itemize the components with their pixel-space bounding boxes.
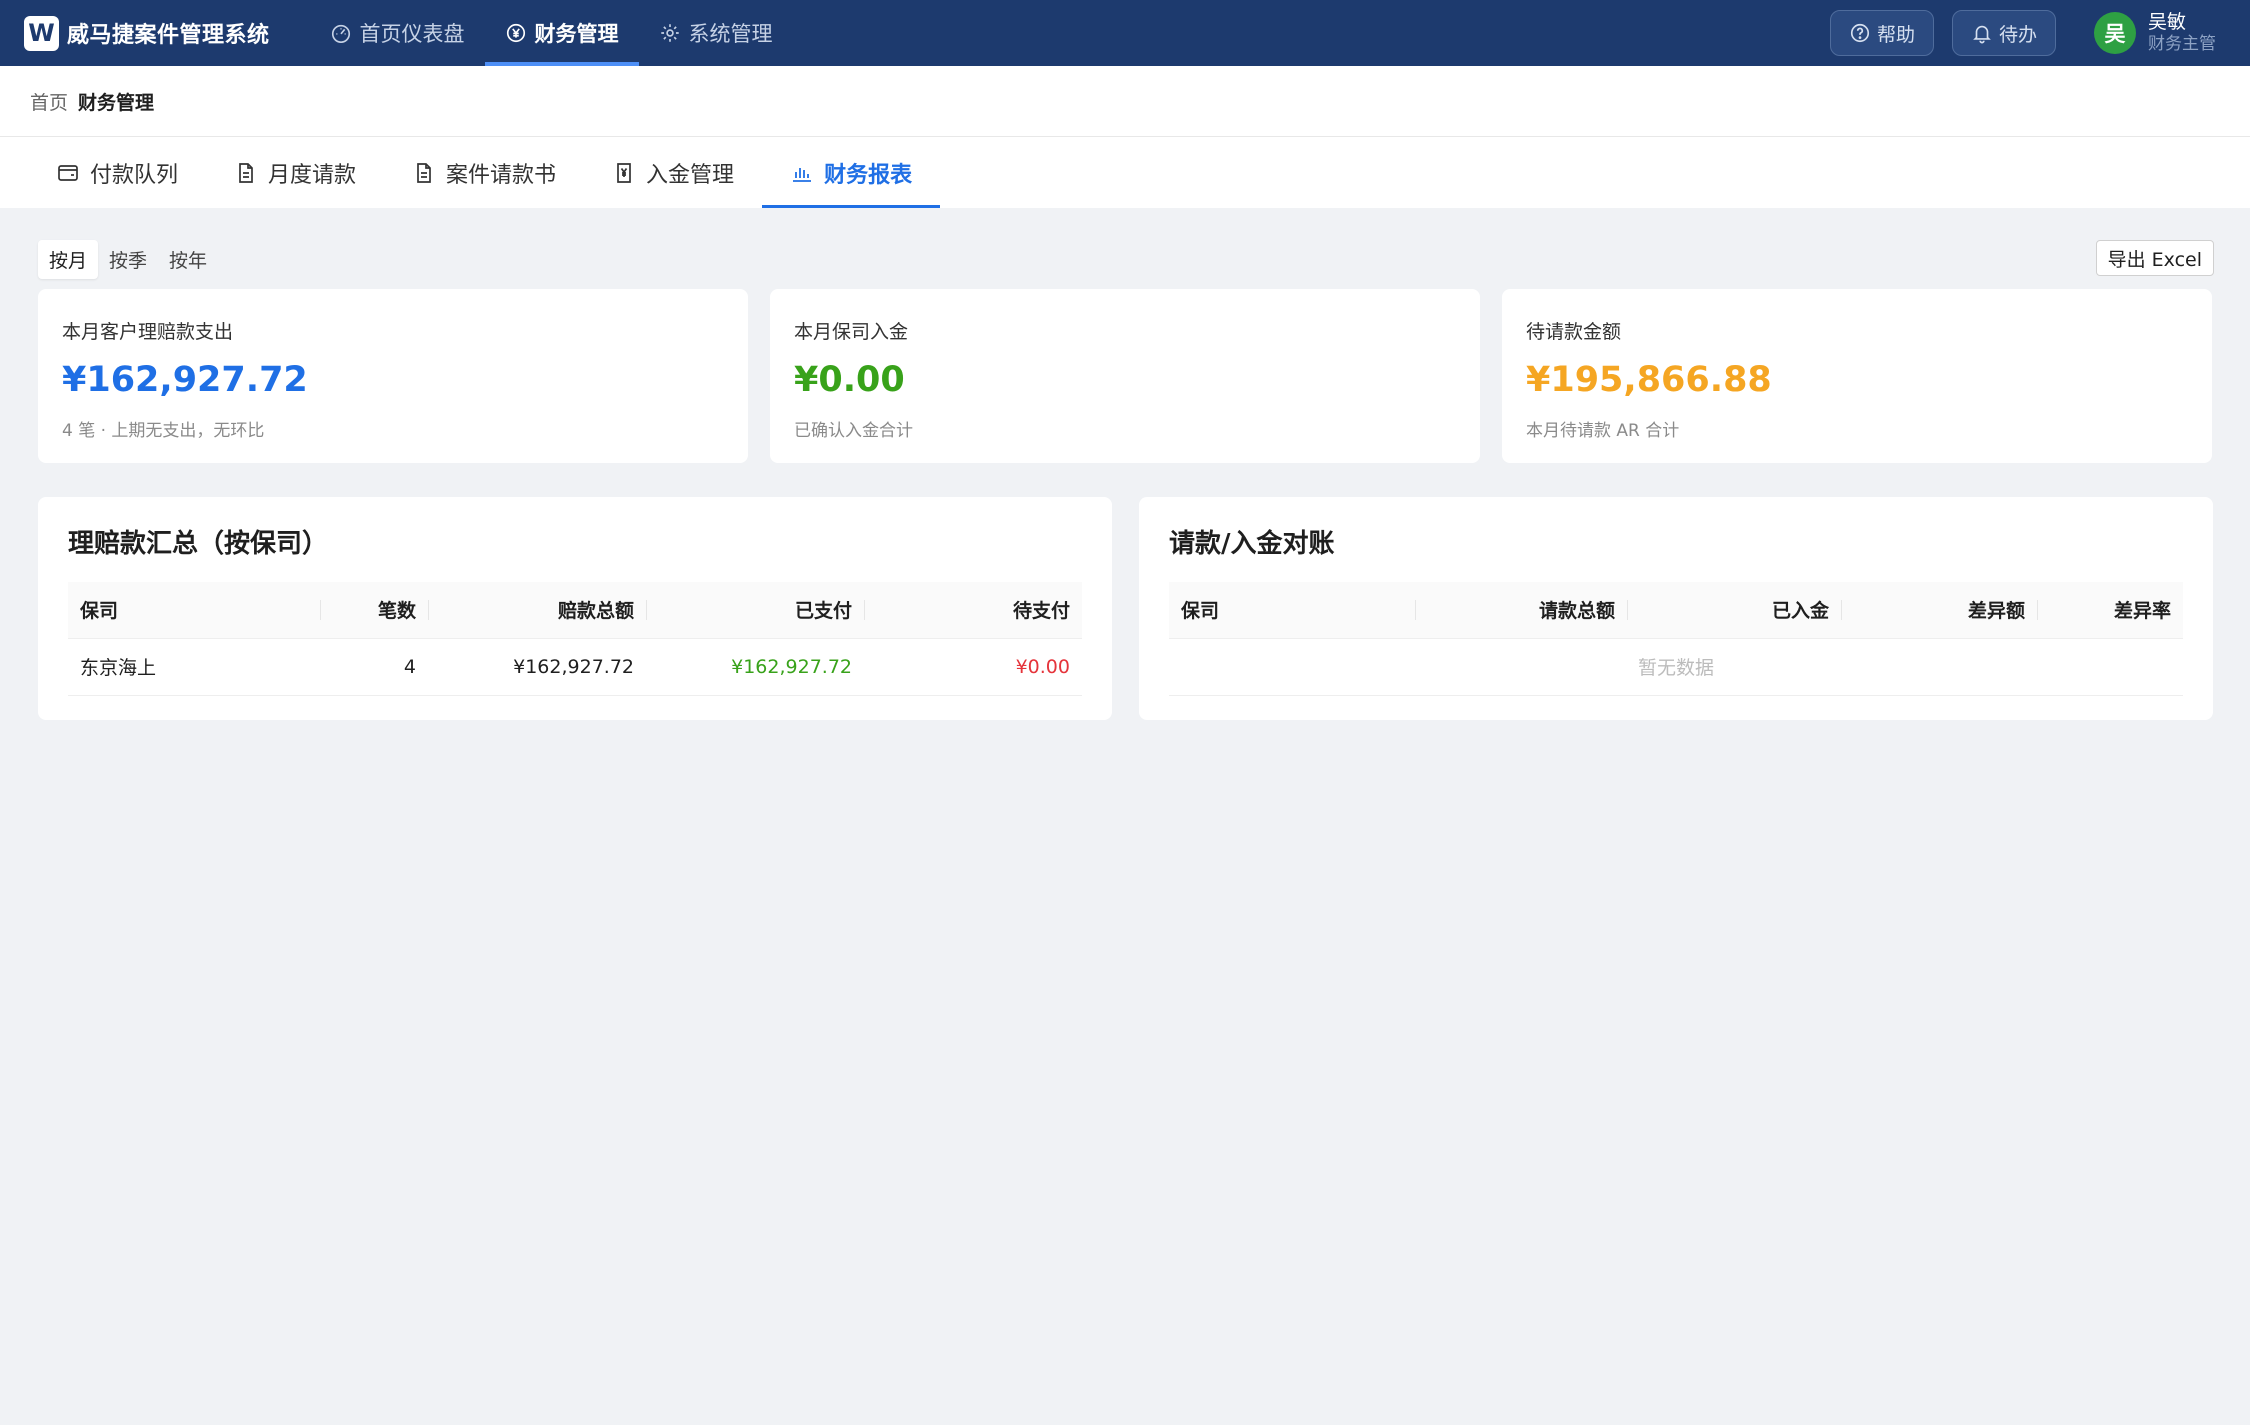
topnav-item-label: 财务管理 [534,22,619,46]
column-header-total[interactable]: 赔款总额 [428,582,646,639]
stat-card-insurer-income: 本月保司入金 ¥0.00 已确认入金合计 [770,289,1480,463]
stat-value: ¥162,927.72 [62,360,308,400]
table-row[interactable]: 东京海上 4 ¥162,927.72 ¥162,927.72 ¥0.00 [68,638,1082,696]
reconciliation-table: 保司 请款总额 已入金 差异额 差异率 暂无数据 [1169,582,2183,696]
stat-card-claims-expense: 本月客户理赔款支出 ¥162,927.72 4 笔 · 上期无支出，无环比 [38,289,748,463]
gear-icon [660,24,679,42]
stat-label: 待请款金额 [1526,321,1622,343]
claims-summary-table: 保司 笔数 赔款总额 已支付 待支付 东京海上 4 ¥162,927.72 ¥1… [68,582,1082,696]
stat-note: 本月待请款 AR 合计 [1526,421,1680,441]
panel-title: 请款/入金对账 [1169,529,1335,559]
app-title: 威马捷案件管理系统 [67,23,270,48]
help-button[interactable]: 帮助 [1829,10,1934,56]
help-circle-icon [1850,23,1870,43]
yen-circle-icon [506,23,525,43]
tab-financial-report[interactable]: 财务报表 [762,137,941,208]
table-header-row: 保司 请款总额 已入金 差异额 差异率 [1169,582,2183,639]
stat-note: 4 笔 · 上期无支出，无环比 [62,421,265,441]
todo-button[interactable]: 待办 [1951,10,2056,56]
topnav-item-finance[interactable]: 财务管理 [484,0,639,66]
column-header-count[interactable]: 笔数 [320,582,428,639]
stat-card-pending-billing: 待请款金额 ¥195,866.88 本月待请款 AR 合计 [1502,289,2212,463]
empty-state-text: 暂无数据 [1169,638,2183,696]
period-option-month[interactable]: 按月 [38,240,99,279]
column-header-difference[interactable]: 差异额 [1841,582,2037,639]
tab-label: 案件请款书 [446,162,557,188]
user-role: 财务主管 [2148,34,2216,55]
period-option-quarter[interactable]: 按季 [98,240,158,279]
finance-tabs: 付款队列 月度请款 案件请款书 入金管理 财务报表 [0,137,2250,208]
user-menu[interactable]: 吴 吴敏 财务主管 [2094,11,2216,54]
column-header-insurer[interactable]: 保司 [1169,582,1415,639]
tab-income-management[interactable]: 入金管理 [584,137,762,208]
breadcrumb-current: 财务管理 [78,91,155,114]
column-header-billed-total[interactable]: 请款总额 [1415,582,1627,639]
table-header-row: 保司 笔数 赔款总额 已支付 待支付 [68,582,1082,639]
stat-note: 已确认入金合计 [794,421,913,441]
cell-pending: ¥0.00 [864,638,1082,696]
stat-label: 本月保司入金 [794,321,909,343]
cell-insurer: 东京海上 [68,638,320,696]
column-header-paid[interactable]: 已支付 [646,582,864,639]
topnav-item-dashboard[interactable]: 首页仪表盘 [310,0,485,66]
top-nav: 首页仪表盘 财务管理 系统管理 [310,0,793,66]
cell-total: ¥162,927.72 [428,638,646,696]
document-icon [417,162,431,183]
topnav-item-system[interactable]: 系统管理 [639,0,793,66]
wallet-icon [58,164,78,181]
header-actions: 帮助 待办 吴 吴敏 财务主管 [1812,10,2216,56]
panel-title: 理赔款汇总（按保司） [68,529,329,559]
period-option-year[interactable]: 按年 [158,240,218,279]
reconciliation-panel: 请款/入金对账 保司 请款总额 已入金 差异额 差异率 暂无数据 [1139,497,2213,720]
tab-case-invoice[interactable]: 案件请款书 [384,137,584,208]
tab-monthly-billing[interactable]: 月度请款 [206,137,384,208]
stat-value: ¥0.00 [794,360,905,400]
dashboard-icon [331,24,350,43]
export-excel-button[interactable]: 导出 Excel [2095,240,2214,276]
topnav-item-label: 首页仪表盘 [359,22,465,46]
tab-label: 入金管理 [646,162,735,188]
todo-button-label: 待办 [1998,23,2037,46]
app-logo: W [24,15,59,51]
top-header: W 威马捷案件管理系统 首页仪表盘 财务管理 系统管理 帮助 待办 吴 吴敏 财… [0,0,2250,66]
column-header-received[interactable]: 已入金 [1627,582,1841,639]
bell-icon [1973,25,1991,44]
help-button-label: 帮助 [1876,23,1915,46]
cell-count: 4 [320,638,428,696]
yen-document-icon [617,162,631,183]
stat-label: 本月客户理赔款支出 [62,321,234,343]
tab-label: 财务报表 [824,162,913,188]
user-name: 吴敏 [2148,11,2187,34]
stat-value: ¥195,866.88 [1526,360,1772,400]
tab-payment-queue[interactable]: 付款队列 [28,137,206,208]
document-icon [239,162,253,183]
tab-label: 付款队列 [90,162,179,188]
brand[interactable]: W 威马捷案件管理系统 [24,0,270,66]
column-header-difference-rate[interactable]: 差异率 [2037,582,2183,639]
topnav-item-label: 系统管理 [688,22,773,46]
empty-row: 暂无数据 [1169,638,2183,696]
avatar: 吴 [2094,12,2136,54]
claims-summary-panel: 理赔款汇总（按保司） 保司 笔数 赔款总额 已支付 待支付 东京海上 4 ¥16… [38,497,1112,720]
breadcrumb: 首页 财务管理 [0,66,2250,137]
tab-label: 月度请款 [268,162,357,188]
breadcrumb-home[interactable]: 首页 [30,88,68,115]
column-header-insurer[interactable]: 保司 [68,582,320,639]
cell-paid: ¥162,927.72 [646,638,864,696]
bar-chart-icon [793,167,812,182]
column-header-pending[interactable]: 待支付 [864,582,1082,639]
period-switcher: 按月 按季 按年 [38,240,218,279]
